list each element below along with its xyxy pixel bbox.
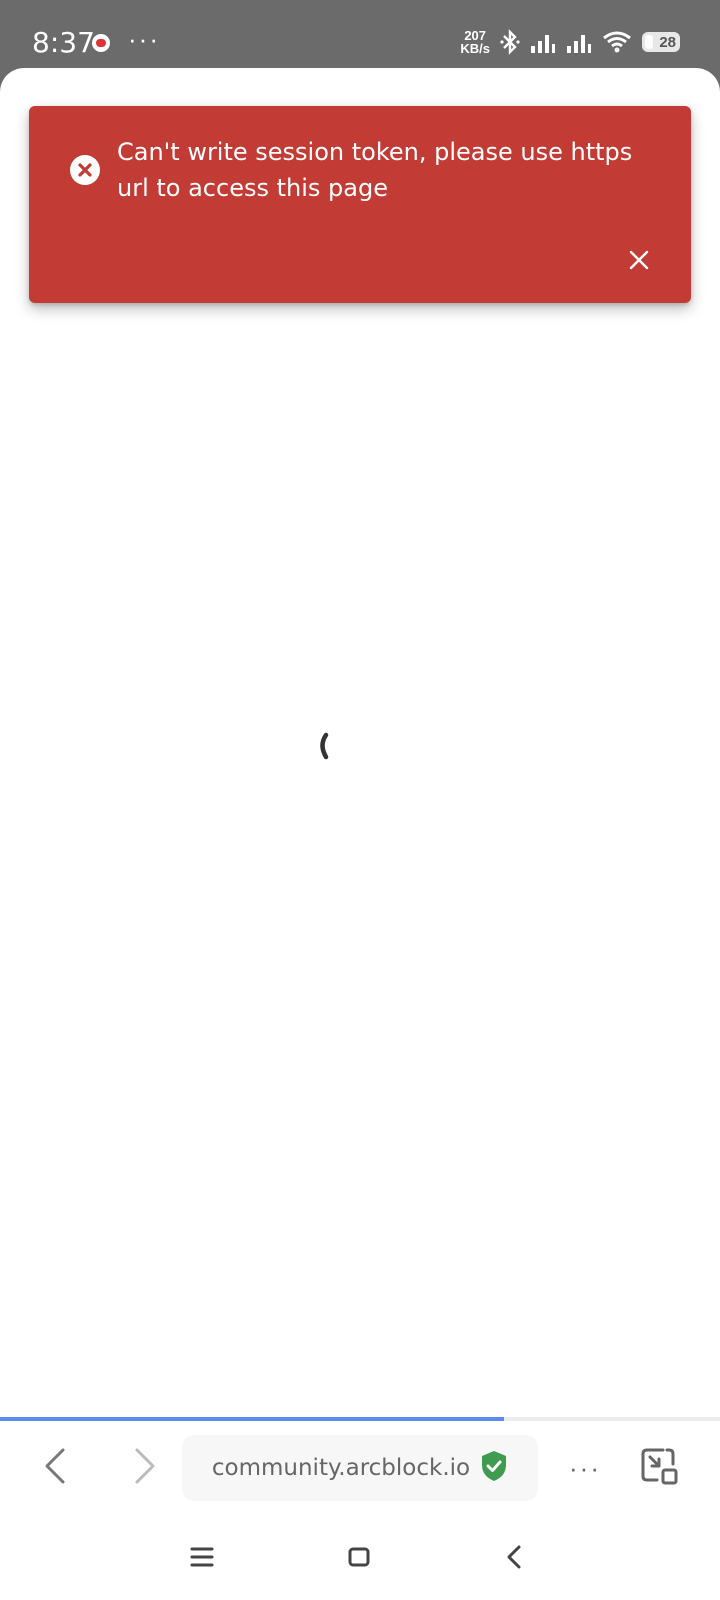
browser-toolbar: community.arcblock.io ··· bbox=[0, 1421, 720, 1515]
browser-menu-button[interactable]: ··· bbox=[560, 1441, 610, 1495]
status-bar: 8:37 ··· 207 KB/s 28 bbox=[0, 0, 720, 70]
notification-app-icon bbox=[92, 34, 110, 52]
menu-lines-icon bbox=[190, 1546, 214, 1573]
battery-icon: 28 bbox=[642, 32, 680, 52]
battery-level: 28 bbox=[659, 33, 676, 51]
recent-apps-button[interactable] bbox=[174, 1531, 230, 1587]
status-time: 8:37 bbox=[32, 26, 95, 59]
floating-window-button[interactable] bbox=[632, 1441, 686, 1495]
back-button[interactable] bbox=[28, 1441, 82, 1495]
more-icon: ··· bbox=[569, 1452, 601, 1483]
square-icon bbox=[347, 1545, 371, 1574]
network-speed-unit: KB/s bbox=[460, 41, 490, 56]
more-notifications-icon: ··· bbox=[128, 24, 160, 54]
loading-spinner-icon bbox=[318, 732, 348, 762]
system-back-button[interactable] bbox=[486, 1531, 542, 1587]
close-icon bbox=[629, 250, 649, 275]
home-button[interactable] bbox=[331, 1531, 387, 1587]
network-speed: 207 KB/s bbox=[460, 29, 490, 55]
picture-in-picture-icon bbox=[639, 1446, 679, 1491]
shield-check-icon bbox=[480, 1450, 508, 1487]
forward-button[interactable] bbox=[118, 1441, 172, 1495]
system-navigation-bar bbox=[0, 1515, 720, 1600]
close-toast-button[interactable] bbox=[617, 240, 661, 284]
wifi-icon bbox=[602, 31, 632, 53]
signal-2-icon bbox=[566, 31, 592, 53]
url-text: community.arcblock.io bbox=[211, 1455, 471, 1481]
status-indicators: 207 KB/s 28 bbox=[460, 22, 680, 62]
error-toast: Can't write session token, please use ht… bbox=[29, 106, 691, 303]
chevron-left-icon bbox=[504, 1544, 524, 1575]
chevron-right-icon bbox=[133, 1448, 157, 1489]
chevron-left-icon bbox=[43, 1448, 67, 1489]
error-circle-icon bbox=[69, 154, 101, 186]
address-bar[interactable]: community.arcblock.io bbox=[182, 1435, 538, 1501]
signal-1-icon bbox=[530, 31, 556, 53]
error-message: Can't write session token, please use ht… bbox=[117, 138, 633, 202]
bluetooth-icon bbox=[500, 29, 520, 55]
